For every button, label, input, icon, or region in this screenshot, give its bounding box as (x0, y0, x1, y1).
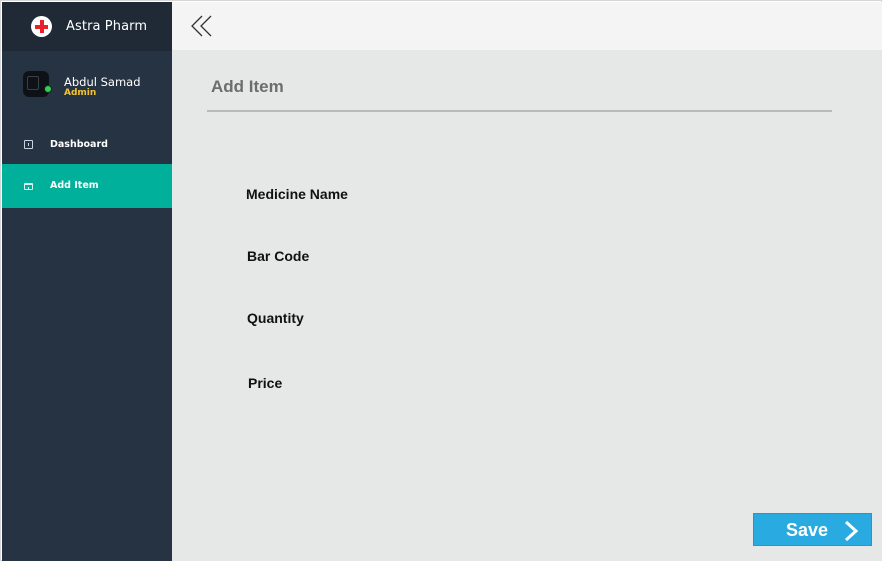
app-window: Astra Pharm Abdul Samad Admin Dashboard … (0, 0, 882, 561)
avatar (23, 71, 49, 97)
user-profile: Abdul Samad Admin (2, 59, 172, 115)
double-chevron-left-icon[interactable] (190, 14, 218, 38)
quantity-label: Quantity (247, 310, 304, 326)
title-divider (207, 110, 832, 112)
page-title: Add Item (211, 77, 284, 96)
cart-icon (24, 183, 33, 190)
medicine-name-label: Medicine Name (246, 186, 348, 202)
chevron-right-icon (844, 520, 859, 542)
user-avatar-icon (27, 76, 39, 90)
save-button[interactable]: Save (753, 513, 872, 546)
sidebar: Astra Pharm Abdul Samad Admin Dashboard … (2, 2, 172, 561)
save-button-label: Save (786, 520, 829, 540)
sidebar-item-label: Dashboard (50, 139, 108, 150)
brand-header: Astra Pharm (2, 2, 172, 51)
main-content: Add Item Medicine Name Bar Code Quantity… (172, 50, 882, 561)
sidebar-item-dashboard[interactable]: Dashboard (2, 123, 172, 167)
price-label: Price (248, 375, 283, 391)
app-name: Astra Pharm (66, 19, 148, 34)
sidebar-item-add-item[interactable]: Add Item (2, 164, 172, 208)
sidebar-item-label: Add Item (50, 180, 99, 191)
dashboard-icon (24, 140, 33, 149)
bar-code-label: Bar Code (247, 248, 310, 264)
top-bar (172, 2, 882, 50)
online-status-indicator (44, 85, 52, 93)
user-name: Abdul Samad (64, 75, 141, 89)
medical-cross-logo-icon (31, 16, 52, 37)
user-role: Admin (64, 88, 97, 98)
